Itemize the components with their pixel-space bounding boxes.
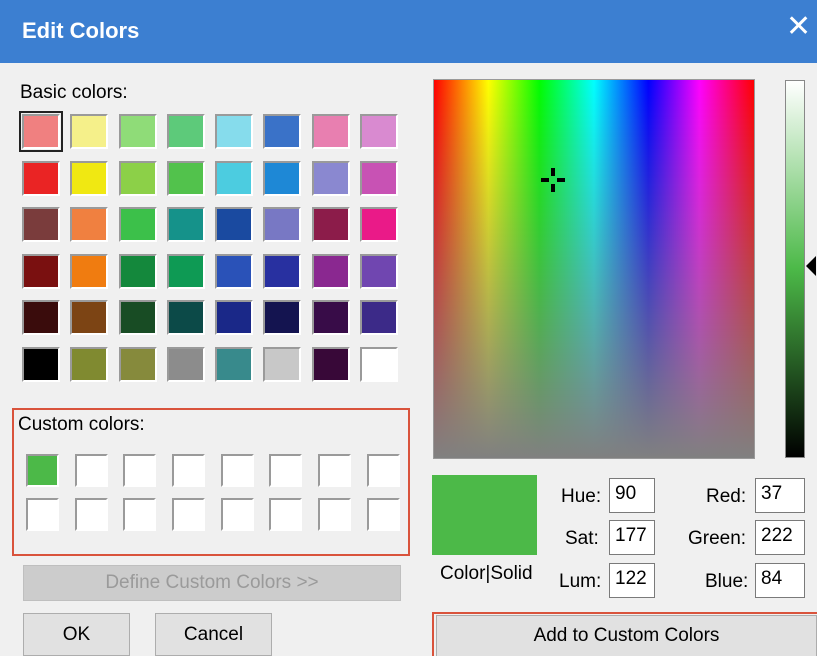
- close-icon[interactable]: ✕: [786, 12, 811, 42]
- basic-color-swatch[interactable]: [22, 300, 60, 335]
- basic-color-swatch[interactable]: [263, 253, 302, 289]
- window-title: Edit Colors: [22, 18, 140, 43]
- green-field[interactable]: 222: [755, 520, 805, 555]
- basic-color-swatch[interactable]: [70, 160, 109, 196]
- lum-field[interactable]: 122: [609, 563, 655, 598]
- basic-color-swatch[interactable]: [311, 114, 350, 149]
- basic-color-swatch[interactable]: [70, 346, 109, 382]
- color-solid-label: Color|Solid: [440, 563, 533, 584]
- blue-label: Blue:: [705, 571, 749, 592]
- custom-color-swatch[interactable]: [220, 454, 254, 487]
- hue-field[interactable]: 90: [609, 478, 655, 513]
- basic-color-swatch[interactable]: [22, 253, 60, 289]
- custom-color-swatch[interactable]: [220, 498, 254, 531]
- basic-color-swatch[interactable]: [311, 160, 350, 196]
- basic-color-swatch[interactable]: [70, 300, 109, 335]
- basic-color-swatch[interactable]: [166, 300, 205, 335]
- basic-color-swatch[interactable]: [360, 114, 399, 149]
- sat-label: Sat:: [565, 528, 599, 549]
- basic-color-swatch[interactable]: [19, 111, 63, 152]
- green-label: Green:: [688, 528, 747, 549]
- color-spectrum[interactable]: [433, 79, 755, 459]
- basic-color-swatch[interactable]: [118, 346, 157, 382]
- basic-color-swatch[interactable]: [263, 160, 302, 196]
- basic-color-swatch[interactable]: [215, 346, 254, 382]
- custom-color-swatch[interactable]: [74, 454, 108, 487]
- basic-colors-grid: [19, 111, 399, 382]
- basic-color-swatch[interactable]: [22, 160, 60, 196]
- custom-colors-label: Custom colors:: [18, 414, 145, 435]
- basic-color-swatch[interactable]: [360, 253, 399, 289]
- basic-color-swatch[interactable]: [22, 346, 60, 382]
- red-label: Red:: [706, 486, 747, 507]
- basic-color-swatch[interactable]: [311, 253, 350, 289]
- basic-color-swatch[interactable]: [215, 114, 254, 149]
- custom-color-swatch[interactable]: [366, 454, 400, 487]
- basic-color-swatch[interactable]: [311, 300, 350, 335]
- custom-color-swatch[interactable]: [366, 498, 400, 531]
- basic-color-swatch[interactable]: [166, 114, 205, 149]
- basic-color-swatch[interactable]: [70, 114, 109, 149]
- basic-color-swatch[interactable]: [263, 300, 302, 335]
- basic-color-swatch[interactable]: [215, 300, 254, 335]
- basic-color-swatch[interactable]: [118, 207, 157, 242]
- basic-color-swatch[interactable]: [22, 207, 60, 242]
- add-button-highlight: [432, 612, 817, 656]
- luminance-slider[interactable]: [785, 80, 805, 458]
- custom-color-swatch[interactable]: [123, 498, 157, 531]
- basic-color-swatch[interactable]: [311, 346, 350, 382]
- basic-color-swatch[interactable]: [118, 300, 157, 335]
- hue-label: Hue:: [561, 486, 602, 507]
- lum-label: Lum:: [559, 571, 602, 592]
- basic-color-swatch[interactable]: [118, 253, 157, 289]
- custom-color-swatch[interactable]: [172, 454, 206, 487]
- basic-color-swatch[interactable]: [166, 207, 205, 242]
- blue-field[interactable]: 84: [755, 563, 805, 598]
- custom-color-swatch[interactable]: [26, 498, 59, 531]
- basic-color-swatch[interactable]: [166, 160, 205, 196]
- basic-color-swatch[interactable]: [360, 346, 399, 382]
- basic-color-swatch[interactable]: [70, 207, 109, 242]
- custom-color-swatch[interactable]: [318, 454, 352, 487]
- custom-color-swatch[interactable]: [269, 454, 303, 487]
- title-bar: Edit Colors ✕: [0, 0, 817, 63]
- basic-color-swatch[interactable]: [215, 253, 254, 289]
- basic-color-swatch[interactable]: [70, 253, 109, 289]
- custom-colors-grid: [26, 454, 400, 531]
- custom-color-swatch[interactable]: [74, 498, 108, 531]
- luminance-arrow-icon[interactable]: [806, 256, 816, 276]
- sat-field[interactable]: 177: [609, 520, 655, 555]
- custom-color-swatch[interactable]: [123, 454, 157, 487]
- ok-button[interactable]: OK: [23, 613, 130, 656]
- basic-color-swatch[interactable]: [263, 207, 302, 242]
- basic-color-swatch[interactable]: [360, 160, 399, 196]
- basic-colors-label: Basic colors:: [20, 82, 128, 103]
- define-custom-colors-button[interactable]: Define Custom Colors >>: [23, 565, 401, 601]
- basic-color-swatch[interactable]: [215, 207, 254, 242]
- basic-color-swatch[interactable]: [263, 114, 302, 149]
- basic-color-swatch[interactable]: [263, 346, 302, 382]
- basic-color-swatch[interactable]: [166, 253, 205, 289]
- basic-color-swatch[interactable]: [360, 300, 399, 335]
- color-preview: [432, 475, 537, 555]
- custom-color-swatch[interactable]: [269, 498, 303, 531]
- custom-color-swatch[interactable]: [318, 498, 352, 531]
- cancel-button[interactable]: Cancel: [155, 613, 272, 656]
- basic-color-swatch[interactable]: [215, 160, 254, 196]
- basic-color-swatch[interactable]: [118, 114, 157, 149]
- custom-color-swatch[interactable]: [172, 498, 206, 531]
- basic-color-swatch[interactable]: [311, 207, 350, 242]
- custom-color-swatch[interactable]: [26, 454, 59, 487]
- basic-color-swatch[interactable]: [166, 346, 205, 382]
- red-field[interactable]: 37: [755, 478, 805, 513]
- basic-color-swatch[interactable]: [360, 207, 399, 242]
- basic-color-swatch[interactable]: [118, 160, 157, 196]
